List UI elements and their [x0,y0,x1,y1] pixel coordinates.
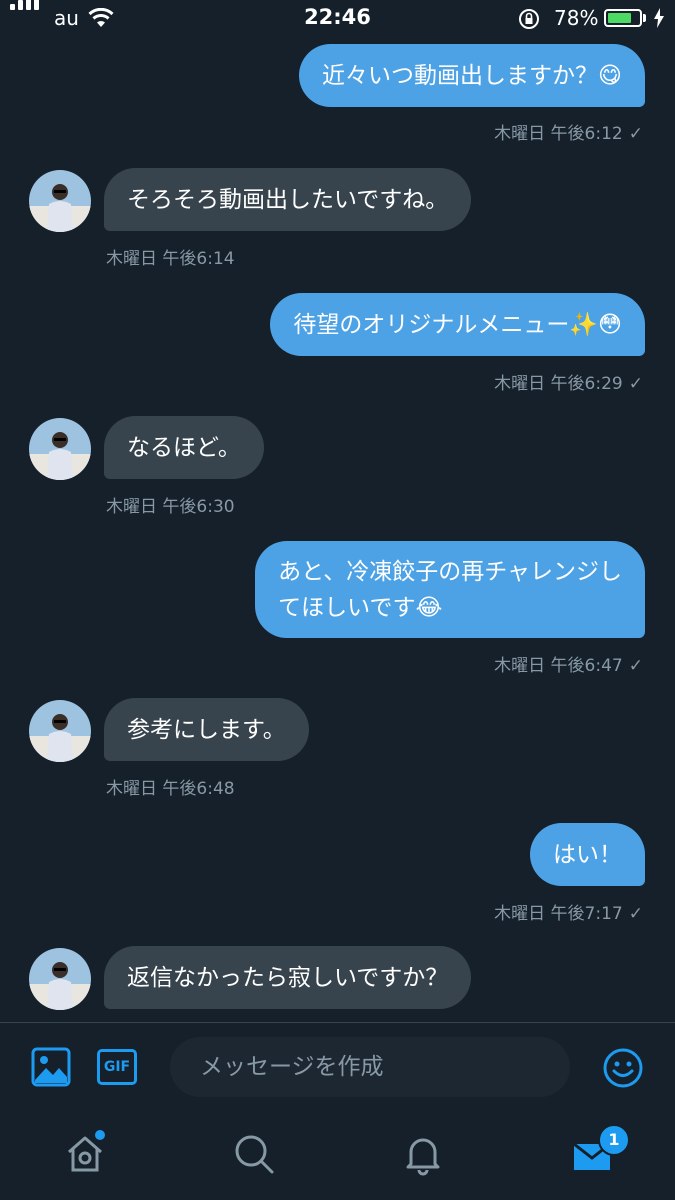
status-bar: au 22:46 78% [0,0,675,36]
bell-icon[interactable] [401,1132,445,1176]
message-timestamp: 木曜日 午後6:29 ✓ [494,374,643,394]
message-bubble-outgoing[interactable]: あと、冷凍餃子の再チャレンジし てほしいです😂 [255,541,645,638]
message-line: あと、冷凍餃子の再チャレンジし [278,559,622,585]
avatar[interactable] [29,418,91,480]
message-bubble-outgoing[interactable]: 待望のオリジナルメニュー✨😳 [270,293,645,356]
search-icon[interactable] [232,1132,276,1176]
new-content-dot [95,1130,105,1140]
sent-check-icon: ✓ [628,904,643,924]
message-timestamp: 木曜日 午後6:14 [106,249,235,269]
message-line: てほしいです😂 [278,595,443,621]
message-timestamp: 木曜日 午後6:12 ✓ [494,124,643,144]
avatar[interactable] [29,948,91,1010]
message-bubble-incoming[interactable]: なるほど。 [104,416,264,479]
message-timestamp: 木曜日 午後6:47 ✓ [494,656,643,676]
tab-bar [0,1112,675,1200]
battery-icon [604,9,642,27]
image-icon[interactable] [31,1047,71,1087]
sent-check-icon: ✓ [628,124,643,144]
message-input[interactable]: メッセージを作成 [170,1037,570,1097]
message-bubble-incoming[interactable]: そろそろ動画出したいですね。 [104,168,472,231]
battery-cap [643,14,646,22]
message-timestamp: 木曜日 午後6:48 [106,779,235,799]
orientation-lock-icon [519,9,539,29]
message-bubble-incoming[interactable]: 参考にします。 [104,698,309,761]
avatar[interactable] [29,700,91,762]
avatar[interactable] [29,170,91,232]
message-bubble-incoming[interactable]: 返信なかったら寂しいですか？ [104,946,472,1009]
message-timestamp: 木曜日 午後7:17 ✓ [494,904,643,924]
battery-percent: 78% [554,6,599,30]
sent-check-icon: ✓ [628,374,643,394]
messages-badge: 1 [598,1124,630,1156]
emoji-icon[interactable] [602,1047,644,1089]
sent-check-icon: ✓ [628,656,643,676]
message-composer: GIF メッセージを作成 [0,1022,675,1113]
message-timestamp: 木曜日 午後6:30 [106,497,235,517]
gif-icon[interactable]: GIF [97,1049,137,1085]
message-bubble-outgoing[interactable]: はい！ [530,823,645,886]
message-bubble-outgoing[interactable]: 近々いつ動画出しますか？😋 [299,44,645,107]
charging-bolt-icon [654,8,664,28]
